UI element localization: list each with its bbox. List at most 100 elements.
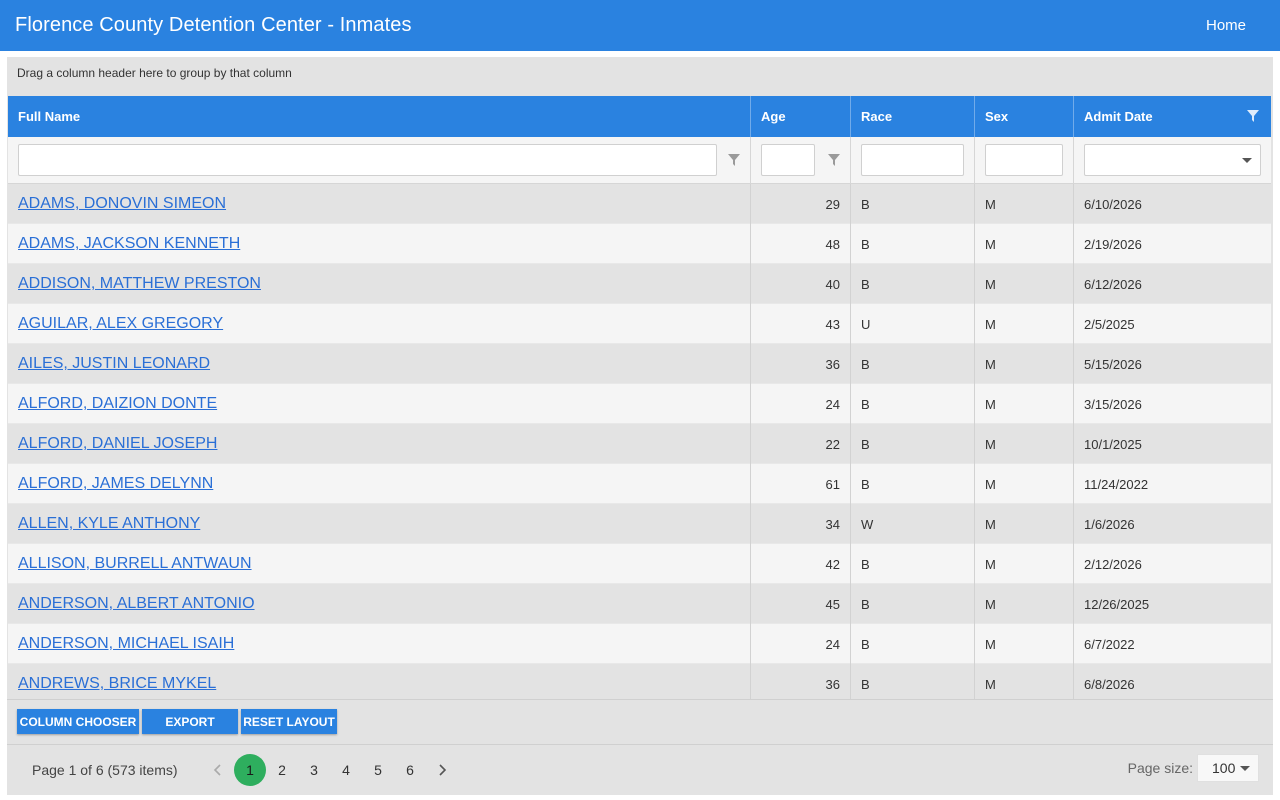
cell-admit-date: 6/10/2026 (1084, 196, 1142, 212)
cell-sex: M (975, 344, 1074, 384)
export-button[interactable]: EXPORT (142, 709, 238, 734)
cell-admit-date: 12/26/2025 (1084, 596, 1150, 612)
inmate-name-link[interactable]: ALLISON, BURRELL ANTWAUN (18, 555, 252, 573)
cell-admit-date: 5/15/2026 (1084, 356, 1142, 372)
cell-age: 24 (751, 624, 851, 664)
cell-admit-date: 1/6/2026 (1084, 516, 1135, 532)
filter-age-input[interactable] (761, 144, 815, 176)
cell-age: 61 (751, 464, 851, 504)
table-row[interactable]: ANDERSON, ALBERT ANTONIO 45 B M 12/26/2025 (8, 584, 1271, 624)
funnel-icon[interactable] (1247, 110, 1259, 122)
table-row[interactable]: ALFORD, DANIEL JOSEPH 22 B M 10/1/2025 (8, 424, 1271, 464)
table-row[interactable]: ALLEN, KYLE ANTHONY 34 W M 1/6/2026 (8, 504, 1271, 544)
page-size-control: Page size: 100 (1128, 754, 1259, 782)
funnel-icon[interactable] (828, 154, 840, 166)
group-panel[interactable]: Drag a column header here to group by th… (7, 57, 1273, 96)
filter-sex-input[interactable] (985, 144, 1063, 176)
cell-sex: M (975, 384, 1074, 424)
cell-age: 29 (751, 184, 851, 224)
cell-admit-date: 2/5/2025 (1084, 316, 1135, 332)
prev-page-button[interactable] (202, 754, 234, 786)
cell-sex: M (975, 584, 1074, 624)
inmate-name-link[interactable]: ALFORD, DAIZION DONTE (18, 395, 217, 413)
cell-sex: M (975, 504, 1074, 544)
column-header-full-name[interactable]: Full Name (8, 96, 751, 137)
cell-full-name: AGUILAR, ALEX GREGORY (8, 304, 751, 344)
grid-header-row: Full Name Age Race Sex Admit Date (8, 96, 1271, 137)
cell-race: B (851, 384, 975, 424)
filter-race-input[interactable] (861, 144, 964, 176)
cell-race: U (851, 304, 975, 344)
inmate-name-link[interactable]: ALLEN, KYLE ANTHONY (18, 515, 200, 533)
table-row[interactable]: ADAMS, DONOVIN SIMEON 29 B M 6/10/2026 (8, 184, 1271, 224)
cell-admit-date: 6/12/2026 (1084, 276, 1142, 292)
table-row[interactable]: AGUILAR, ALEX GREGORY 43 U M 2/5/2025 (8, 304, 1271, 344)
page-button-6[interactable]: 6 (394, 754, 426, 786)
inmate-name-link[interactable]: ANDREWS, BRICE MYKEL (18, 675, 216, 693)
page-button-2[interactable]: 2 (266, 754, 298, 786)
inmate-name-link[interactable]: AGUILAR, ALEX GREGORY (18, 315, 223, 333)
page-button-5[interactable]: 5 (362, 754, 394, 786)
cell-full-name: ALFORD, JAMES DELYNN (8, 464, 751, 504)
column-header-sex[interactable]: Sex (975, 96, 1074, 137)
page-size-select[interactable]: 100 (1197, 754, 1259, 782)
top-nav-bar: Florence County Detention Center - Inmat… (0, 0, 1280, 51)
cell-race: B (851, 224, 975, 264)
cell-race: B (851, 344, 975, 384)
column-header-race[interactable]: Race (851, 96, 975, 137)
inmate-name-link[interactable]: ALFORD, DANIEL JOSEPH (18, 435, 217, 453)
cell-sex: M (975, 544, 1074, 584)
table-row[interactable]: ANDREWS, BRICE MYKEL 36 B M 6/8/2026 (8, 664, 1271, 699)
chevron-right-icon (439, 764, 447, 776)
page-button-1[interactable]: 1 (234, 754, 266, 786)
column-header-age[interactable]: Age (751, 96, 851, 137)
inmate-name-link[interactable]: ALFORD, JAMES DELYNN (18, 475, 213, 493)
cell-full-name: ALLISON, BURRELL ANTWAUN (8, 544, 751, 584)
cell-admit-date: 6/7/2022 (1084, 636, 1135, 652)
funnel-icon[interactable] (728, 154, 740, 166)
cell-sex: M (975, 664, 1074, 699)
column-header-admit-date[interactable]: Admit Date (1074, 96, 1271, 137)
cell-full-name: ALFORD, DAIZION DONTE (8, 384, 751, 424)
cell-full-name: ALLEN, KYLE ANTHONY (8, 504, 751, 544)
cell-admit-date: 2/12/2026 (1084, 556, 1142, 572)
cell-admit-date: 3/15/2026 (1084, 396, 1142, 412)
next-page-button[interactable] (426, 754, 458, 786)
reset-layout-button[interactable]: RESET LAYOUT (241, 709, 337, 734)
inmate-name-link[interactable]: AILES, JUSTIN LEONARD (18, 355, 210, 373)
home-link[interactable]: Home (1206, 17, 1246, 34)
filter-admit-date-select[interactable] (1084, 144, 1261, 176)
cell-race: W (851, 504, 975, 544)
inmate-name-link[interactable]: ANDERSON, MICHAEL ISAIH (18, 635, 234, 653)
table-row[interactable]: ALLISON, BURRELL ANTWAUN 42 B M 2/12/2026 (8, 544, 1271, 584)
cell-age: 42 (751, 544, 851, 584)
cell-race: B (851, 624, 975, 664)
inmate-name-link[interactable]: ADAMS, DONOVIN SIMEON (18, 195, 226, 213)
pager: Page 1 of 6 (573 items) 123456 Page size… (7, 745, 1273, 795)
page-title: Florence County Detention Center - Inmat… (15, 14, 412, 36)
cell-race: B (851, 464, 975, 504)
table-row[interactable]: ALFORD, DAIZION DONTE 24 B M 3/15/2026 (8, 384, 1271, 424)
cell-age: 43 (751, 304, 851, 344)
chevron-down-icon[interactable] (1242, 158, 1252, 163)
cell-race: B (851, 584, 975, 624)
cell-age: 24 (751, 384, 851, 424)
pager-info: Page 1 of 6 (573 items) (32, 762, 178, 778)
filter-row (8, 137, 1271, 184)
cell-race: B (851, 184, 975, 224)
table-row[interactable]: AILES, JUSTIN LEONARD 36 B M 5/15/2026 (8, 344, 1271, 384)
page-button-3[interactable]: 3 (298, 754, 330, 786)
cell-age: 22 (751, 424, 851, 464)
table-row[interactable]: ANDERSON, MICHAEL ISAIH 24 B M 6/7/2022 (8, 624, 1271, 664)
inmate-name-link[interactable]: ANDERSON, ALBERT ANTONIO (18, 595, 255, 613)
table-row[interactable]: ALFORD, JAMES DELYNN 61 B M 11/24/2022 (8, 464, 1271, 504)
table-row[interactable]: ADDISON, MATTHEW PRESTON 40 B M 6/12/2026 (8, 264, 1271, 304)
cell-admit-date: 10/1/2025 (1084, 436, 1142, 452)
page-button-4[interactable]: 4 (330, 754, 362, 786)
column-chooser-button[interactable]: COLUMN CHOOSER (17, 709, 139, 734)
table-row[interactable]: ADAMS, JACKSON KENNETH 48 B M 2/19/2026 (8, 224, 1271, 264)
inmate-name-link[interactable]: ADDISON, MATTHEW PRESTON (18, 275, 261, 293)
inmate-name-link[interactable]: ADAMS, JACKSON KENNETH (18, 235, 240, 253)
cell-full-name: ANDERSON, MICHAEL ISAIH (8, 624, 751, 664)
filter-full-name-input[interactable] (18, 144, 717, 176)
